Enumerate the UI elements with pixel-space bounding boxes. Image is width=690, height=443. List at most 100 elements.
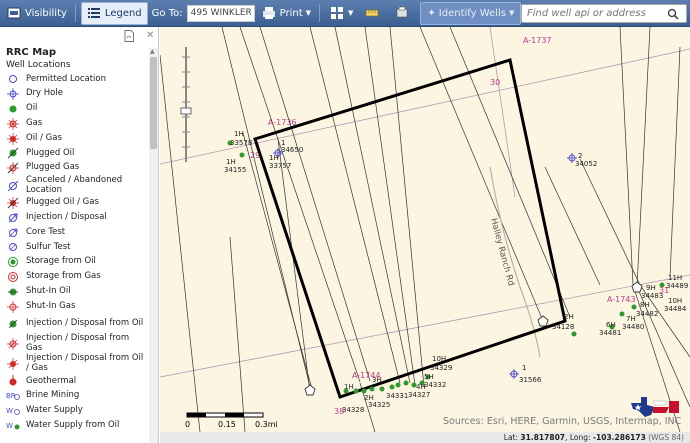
printer-icon <box>395 6 409 20</box>
geothermal-icon <box>0 375 26 387</box>
export-button[interactable] <box>390 2 418 25</box>
legend-scrollbar[interactable]: ▲ <box>149 48 158 443</box>
scroll-up-icon[interactable]: ▲ <box>150 48 155 55</box>
list-item: Dry Hole <box>0 87 158 102</box>
map-drawing: A-1736 A-1737 A-1743 A-1744 29 30 31 38 <box>160 27 690 432</box>
water-supply-icon: W <box>0 405 26 417</box>
svg-text:W: W <box>6 422 13 430</box>
storage-oil-icon <box>0 256 26 268</box>
list-item: Injection / Disposal <box>0 210 158 225</box>
oil-well-icon <box>0 104 26 114</box>
svg-text:34155: 34155 <box>224 166 246 174</box>
svg-text:W: W <box>6 407 13 415</box>
svg-text:9H: 9H <box>646 284 656 292</box>
goto-label: Go To: <box>151 7 183 19</box>
injection-oil-icon <box>0 318 26 330</box>
identify-wells-button[interactable]: ✦ Identify Wells ▼ <box>420 1 522 25</box>
oil-gas-well-icon <box>0 132 26 145</box>
injection-oil-gas-icon <box>0 357 26 370</box>
toolbar-divider <box>319 4 321 22</box>
legend-subtitle: Well Locations <box>6 60 71 70</box>
list-item: BR Brine Mining <box>0 389 158 404</box>
search-icon[interactable] <box>666 7 680 21</box>
canceled-location-icon <box>0 180 26 192</box>
svg-text:3H: 3H <box>372 376 382 384</box>
search-input[interactable] <box>522 8 666 19</box>
list-item: Geothermal <box>0 374 158 389</box>
svg-text:4H: 4H <box>416 383 426 391</box>
visibility-button[interactable]: Visibility <box>2 2 72 25</box>
list-item: Shut-In Oil <box>0 284 158 299</box>
svg-text:34327: 34327 <box>408 391 430 399</box>
search-box <box>521 4 687 23</box>
list-item: Canceled / Abandoned Location <box>0 175 158 196</box>
cursor-icon: ✦ <box>427 7 436 19</box>
grid-icon <box>330 6 344 20</box>
permitted-wells <box>273 148 577 379</box>
svg-text:34328: 34328 <box>342 406 364 414</box>
printer-icon <box>262 6 276 20</box>
list-item: Plugged Oil <box>0 146 158 161</box>
svg-text:33757: 33757 <box>269 162 291 170</box>
goto-input[interactable] <box>186 4 255 22</box>
plugged-oil-gas-icon <box>0 196 26 209</box>
list-item: Oil <box>0 102 158 117</box>
svg-text:31566: 31566 <box>519 376 542 384</box>
svg-text:11H: 11H <box>668 274 682 282</box>
svg-text:1: 1 <box>522 364 526 372</box>
svg-text:34481: 34481 <box>599 329 621 337</box>
svg-text:34480: 34480 <box>622 323 644 331</box>
svg-text:34489: 34489 <box>666 282 688 290</box>
section-label: A-1737 <box>523 36 552 45</box>
permitted-location-icon <box>0 74 26 84</box>
svg-text:7H: 7H <box>626 315 636 323</box>
scroll-thumb[interactable] <box>150 57 157 149</box>
svg-text:34128: 34128 <box>552 323 574 331</box>
svg-text:34325: 34325 <box>368 401 390 409</box>
coordinate-readout: Lat: 31.817807, Long: -103.286173 (WGS 8… <box>160 432 690 443</box>
scale-bar: 0 0.15 0.3mi <box>185 410 285 430</box>
plugged-oil-icon <box>0 147 26 159</box>
road-label: Halley Ranch Rd <box>488 217 516 287</box>
pdf-icon[interactable] <box>124 30 134 45</box>
injection-icon <box>0 212 26 224</box>
zoom-slider[interactable] <box>180 47 192 162</box>
svg-text:2: 2 <box>578 152 582 160</box>
longitude-value: -103.286173 <box>592 433 646 442</box>
list-item: Plugged Oil / Gas <box>0 196 158 211</box>
dry-hole-icon <box>0 88 26 101</box>
list-item: Gas <box>0 116 158 131</box>
eye-icon <box>7 6 21 20</box>
legend-button[interactable]: Legend <box>80 1 148 25</box>
svg-text:0.15: 0.15 <box>218 420 236 429</box>
svg-text:1H: 1H <box>269 154 279 162</box>
list-item: Shut-In Gas <box>0 299 158 314</box>
injection-gas-icon <box>0 337 26 350</box>
latitude-value: 31.817807 <box>520 433 566 442</box>
legend-header: ✕ <box>0 27 158 47</box>
svg-text:1H: 1H <box>234 130 244 138</box>
grid-button[interactable]: ▼ <box>325 2 358 25</box>
lease-boundary[interactable] <box>253 58 567 399</box>
list-item: Storage from Gas <box>0 270 158 285</box>
svg-text:10H: 10H <box>668 297 682 305</box>
svg-text:34482: 34482 <box>636 310 658 318</box>
svg-text:34052: 34052 <box>575 160 597 168</box>
map-canvas[interactable]: A-1736 A-1737 A-1743 A-1744 29 30 31 38 <box>160 27 690 432</box>
well-labels: 1H33578 134650 1H34155 1H33757 234052 9H… <box>224 130 688 414</box>
svg-text:6H: 6H <box>606 321 616 329</box>
svg-text:34329: 34329 <box>430 364 452 372</box>
list-icon <box>87 6 101 20</box>
close-icon[interactable]: ✕ <box>146 30 154 41</box>
gas-well-icon <box>0 117 26 130</box>
list-item: Sulfur Test <box>0 240 158 255</box>
sulfur-test-icon <box>0 241 26 253</box>
chevron-down-icon: ▼ <box>348 9 354 17</box>
measure-button[interactable] <box>360 2 388 25</box>
svg-text:8H: 8H <box>640 301 650 309</box>
svg-text:10H: 10H <box>432 355 446 363</box>
shut-in-gas-icon <box>0 300 26 313</box>
legend-panel: ✕ RRC Map Well Locations Permitted Locat… <box>0 27 159 443</box>
svg-text:5H: 5H <box>424 373 434 381</box>
print-button[interactable]: Print ▼ <box>257 2 316 25</box>
